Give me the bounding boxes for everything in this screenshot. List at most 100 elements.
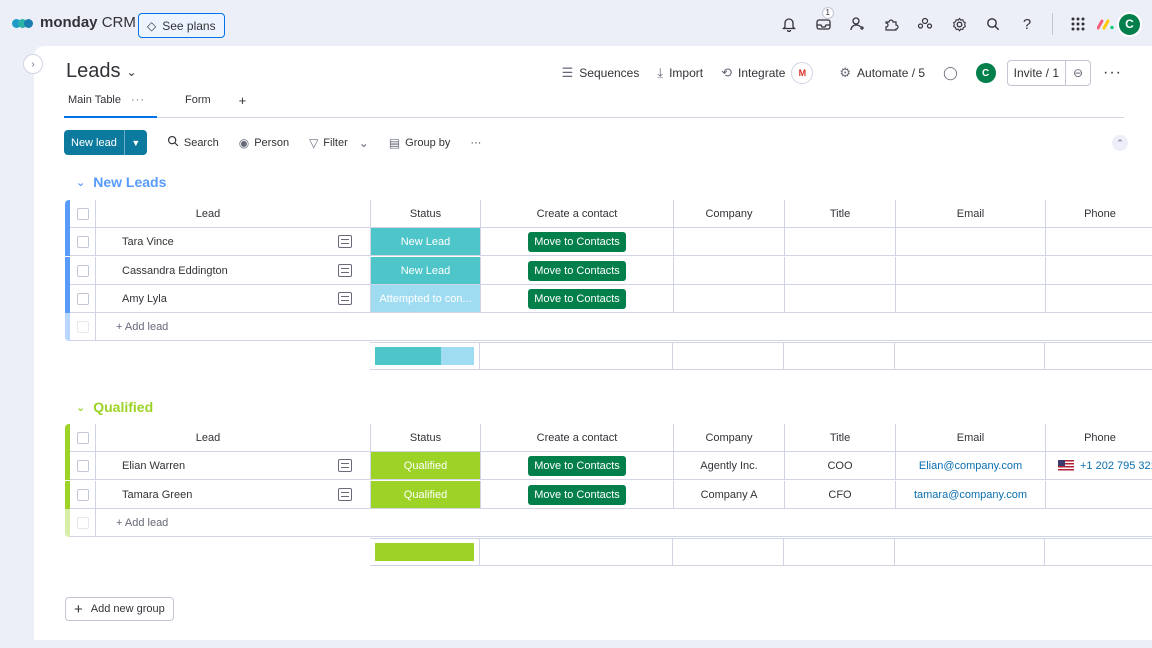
email-cell[interactable] (896, 228, 1046, 256)
automate-button[interactable]: ⚙ Automate / 5 (830, 60, 934, 86)
table-row[interactable]: Elian Warren Qualified Move to Contacts … (65, 452, 1152, 480)
phone-number[interactable]: +1 202 795 321 (1080, 460, 1152, 472)
column-header-lead[interactable]: Lead (96, 200, 320, 228)
move-to-contacts-button[interactable]: Move to Contacts (528, 484, 626, 505)
item-updates-icon[interactable] (320, 228, 371, 256)
item-updates-icon[interactable] (320, 285, 371, 313)
add-lead-row[interactable]: + Add lead (65, 313, 1152, 341)
link-icon[interactable]: ⊖ (1066, 66, 1090, 80)
board-title[interactable]: Leads ⌄ (66, 60, 137, 83)
sequences-button[interactable]: ☰ Sequences (553, 60, 649, 86)
move-to-contacts-button[interactable]: Move to Contacts (528, 455, 626, 476)
gear-icon[interactable] (942, 9, 976, 39)
column-header-phone[interactable]: Phone (1046, 424, 1152, 452)
email-cell[interactable]: tamara@company.com (896, 481, 1046, 509)
add-lead-input[interactable]: + Add lead (96, 313, 1152, 341)
grid-icon[interactable] (1061, 9, 1095, 39)
lead-name[interactable]: Cassandra Eddington (96, 257, 320, 285)
title-cell[interactable]: CFO (785, 481, 896, 509)
lead-name[interactable]: Tamara Green (96, 481, 320, 509)
status-cell[interactable]: Qualified (371, 481, 481, 509)
select-all-checkbox[interactable] (70, 424, 96, 452)
column-header-lead[interactable]: Lead (96, 424, 320, 452)
app-logo[interactable]: monday CRM (12, 14, 136, 31)
people-group-icon[interactable] (908, 9, 942, 39)
select-all-checkbox[interactable] (70, 200, 96, 228)
column-header-status[interactable]: Status (371, 424, 481, 452)
add-lead-row[interactable]: + Add lead (65, 509, 1152, 537)
monday-products-icon[interactable] (1095, 9, 1117, 39)
see-plans-button[interactable]: ◇ See plans (138, 13, 225, 38)
move-to-contacts-button[interactable]: Move to Contacts (528, 231, 626, 252)
column-header-title[interactable]: Title (785, 424, 896, 452)
chevron-down-icon[interactable]: ▼ (125, 130, 147, 155)
comment-button[interactable]: ◯ (934, 60, 967, 86)
user-avatar[interactable]: C (1117, 11, 1142, 37)
email-cell[interactable]: Elian@company.com (896, 452, 1046, 480)
filter-button[interactable]: ▽ Filter ⌄ (309, 136, 369, 150)
table-row[interactable]: Tara Vince New Lead Move to Contacts (65, 228, 1152, 256)
chevron-up-icon[interactable]: ⌃ (1112, 135, 1128, 151)
board-member-avatar[interactable]: C (975, 63, 996, 83)
chevron-down-icon[interactable]: ⌄ (359, 136, 369, 150)
item-updates-icon[interactable] (320, 257, 371, 285)
add-view-button[interactable]: + (235, 91, 251, 117)
table-row[interactable]: Amy Lyla Attempted to con... Move to Con… (65, 285, 1152, 313)
column-header-email[interactable]: Email (896, 424, 1046, 452)
group-title-qualified[interactable]: ⌄ Qualified (76, 399, 153, 415)
column-header-status[interactable]: Status (371, 200, 481, 228)
row-checkbox[interactable] (70, 481, 96, 509)
status-cell[interactable]: Qualified (371, 452, 481, 480)
company-cell[interactable] (674, 257, 785, 285)
more-toolbar-options[interactable]: ··· (470, 137, 481, 149)
status-cell[interactable]: New Lead (371, 257, 481, 285)
more-options-icon[interactable]: ··· (1103, 64, 1122, 82)
person-add-icon[interactable] (840, 9, 874, 39)
import-button[interactable]: ⤓ Import (648, 60, 712, 86)
search-button[interactable]: Search (167, 135, 219, 150)
integrate-button[interactable]: ⟲ Integrate M (712, 60, 822, 86)
status-summary[interactable] (370, 342, 480, 370)
move-to-contacts-button[interactable]: Move to Contacts (528, 260, 626, 281)
row-checkbox[interactable] (70, 452, 96, 480)
email-link[interactable]: Elian@company.com (919, 460, 1022, 472)
lead-name[interactable]: Amy Lyla (96, 285, 320, 313)
email-cell[interactable] (896, 257, 1046, 285)
status-summary[interactable] (370, 538, 480, 566)
column-header-title[interactable]: Title (785, 200, 896, 228)
row-checkbox[interactable] (70, 257, 96, 285)
row-checkbox[interactable] (70, 285, 96, 313)
search-icon[interactable] (976, 9, 1010, 39)
email-cell[interactable] (896, 285, 1046, 313)
column-header-create-contact[interactable]: Create a contact (481, 200, 674, 228)
add-new-group-button[interactable]: + Add new group (65, 597, 174, 621)
item-updates-icon[interactable] (320, 452, 371, 480)
question-icon[interactable]: ? (1010, 9, 1044, 39)
title-cell[interactable]: COO (785, 452, 896, 480)
title-cell[interactable] (785, 285, 896, 313)
column-header-company[interactable]: Company (674, 200, 785, 228)
company-cell[interactable]: Agently Inc. (674, 452, 785, 480)
group-title-new-leads[interactable]: ⌄ New Leads (76, 174, 166, 190)
tab-main-table[interactable]: Main Table ··· (64, 92, 157, 118)
phone-cell[interactable]: +1 202 795 321 (1046, 452, 1152, 480)
phone-cell[interactable] (1046, 228, 1152, 256)
phone-cell[interactable] (1046, 481, 1152, 509)
row-checkbox[interactable] (70, 228, 96, 256)
person-filter-button[interactable]: ◉ Person (239, 136, 289, 150)
column-header-email[interactable]: Email (896, 200, 1046, 228)
inbox-icon[interactable]: 1 (806, 7, 840, 39)
column-header-company[interactable]: Company (674, 424, 785, 452)
group-by-button[interactable]: ▤ Group by (389, 136, 451, 150)
new-lead-button[interactable]: New lead ▼ (64, 130, 147, 155)
chevron-down-icon[interactable]: ⌄ (76, 401, 85, 414)
company-cell[interactable]: Company A (674, 481, 785, 509)
add-lead-input[interactable]: + Add lead (96, 509, 1152, 537)
chevron-down-icon[interactable]: ⌄ (76, 176, 85, 189)
puzzle-icon[interactable] (874, 9, 908, 39)
phone-cell[interactable] (1046, 257, 1152, 285)
chevron-right-icon[interactable]: › (23, 54, 43, 74)
company-cell[interactable] (674, 228, 785, 256)
phone-cell[interactable] (1046, 285, 1152, 313)
title-cell[interactable] (785, 228, 896, 256)
